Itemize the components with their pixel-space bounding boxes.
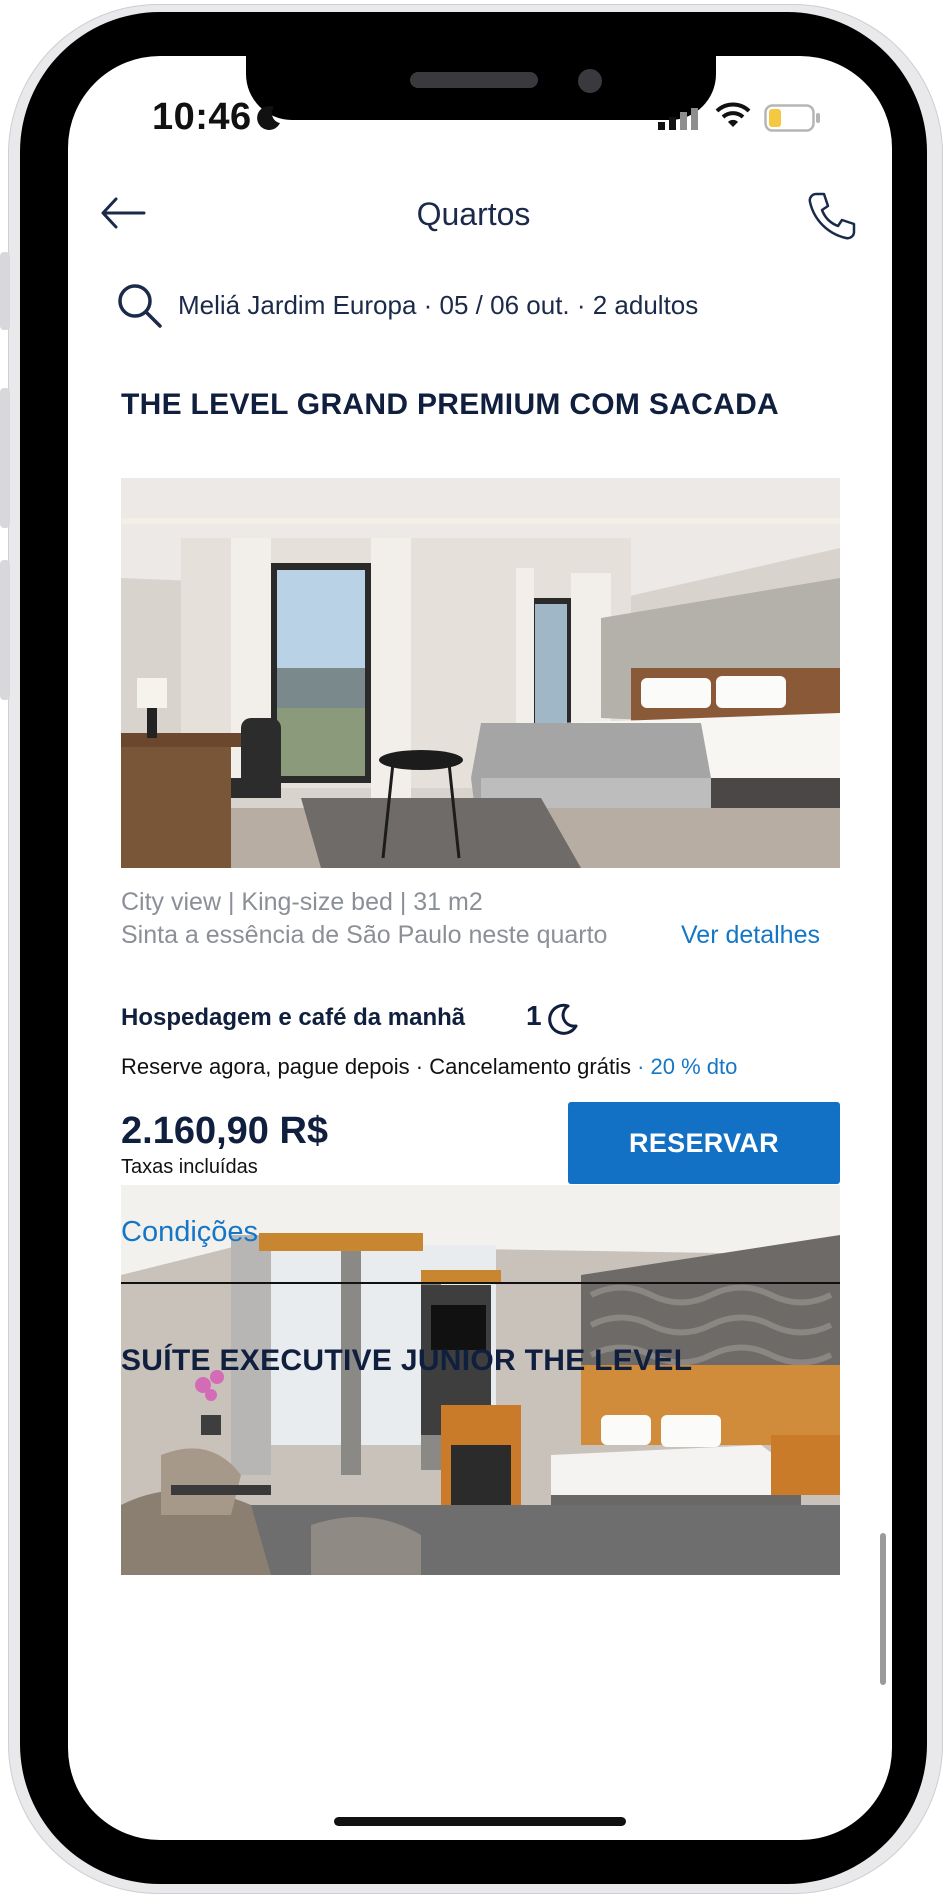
home-indicator[interactable] [334, 1817, 626, 1826]
phone-side-button [0, 388, 10, 528]
search-icon [118, 284, 162, 328]
nights-count: 1 [526, 1000, 542, 1031]
room-description: Sinta a essência de São Paulo neste quar… [121, 921, 608, 949]
policy-text: Reserve agora, pague depois · Cancelamen… [121, 1054, 631, 1079]
description-fade [601, 918, 681, 952]
moon-icon [257, 105, 280, 130]
phone-side-button [0, 560, 10, 700]
phone-camera [578, 69, 602, 93]
phone-side-button [0, 252, 10, 330]
rate-policy: Reserve agora, pague depois · Cancelamen… [121, 1054, 737, 1080]
room-photo[interactable] [121, 478, 840, 868]
page-title: Quartos [416, 196, 531, 232]
taxes-note: Taxas incluídas [121, 1156, 258, 1178]
discount-badge: · 20 % dto [630, 1054, 738, 1079]
conditions-link[interactable]: Condições [121, 1216, 258, 1249]
phone-call-icon[interactable] [806, 190, 858, 242]
rate-name: Hospedagem e café da manhã [121, 1004, 466, 1031]
reserve-button[interactable]: RESERVAR [568, 1102, 840, 1184]
room-divider [121, 1282, 840, 1284]
room-price: 2.160,90 R$ [121, 1110, 329, 1152]
wifi-icon [715, 102, 751, 127]
signal-icon [658, 108, 698, 130]
room-title: THE LEVEL GRAND PREMIUM COM SACADA [121, 388, 779, 421]
phone-speaker [410, 72, 538, 88]
search-summary-text: Meliá Jardim Europa · 05 / 06 out. · 2 a… [178, 290, 699, 320]
view-details-link[interactable]: Ver detalhes [681, 921, 820, 950]
night-moon-icon [548, 1003, 578, 1035]
battery-icon [764, 104, 820, 132]
room-features: City view | King-size bed | 31 m2 [121, 888, 483, 916]
room-title: SUÍTE EXECUTIVE JUNIOR THE LEVEL [121, 1344, 693, 1377]
status-time: 10:46 [152, 96, 252, 138]
scrollbar[interactable] [880, 1533, 886, 1685]
search-summary[interactable]: Meliá Jardim Europa · 05 / 06 out. · 2 a… [116, 282, 836, 332]
